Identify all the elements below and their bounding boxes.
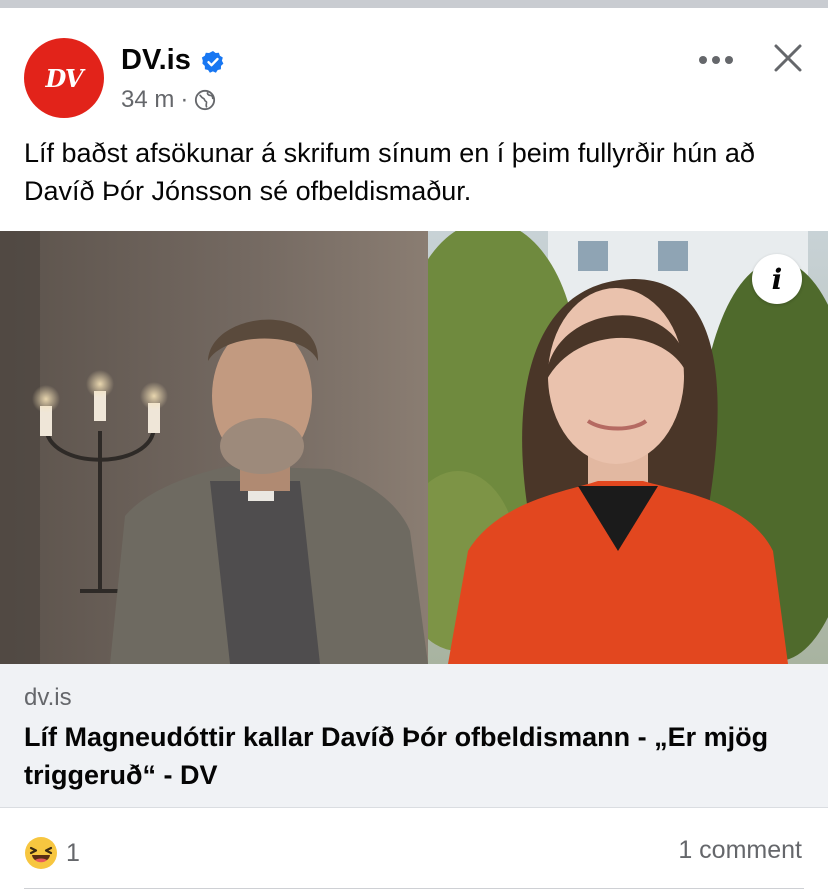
post-text: Líf baðst afsökunar á skrifum sínum en í… [24,138,755,206]
more-options-icon [699,56,733,64]
avatar-logo-text: DV [45,63,83,93]
reaction-count: 1 [66,838,80,867]
reaction-summary[interactable]: 1 [24,836,80,870]
info-button[interactable]: i [752,254,802,304]
comment-count[interactable]: 1 comment [678,836,802,865]
link-domain: dv.is [24,684,72,711]
post-meta: 34 m · [121,86,216,114]
link-title[interactable]: Líf Magneudóttir kallar Davíð Þór ofbeld… [24,718,794,794]
close-button[interactable] [768,38,808,78]
link-card[interactable]: dv.is Líf Magneudóttir kallar Davíð Þór … [0,664,828,808]
verified-badge-icon [201,51,224,73]
photo-man-left [0,231,428,664]
globe-icon [195,89,216,111]
page-name[interactable]: DV.is [121,44,191,77]
top-divider-bar [0,0,828,8]
post-header: DV DV.is 34 m · [0,8,828,128]
footer-divider [24,888,804,889]
more-options-button[interactable] [696,42,736,78]
page-avatar[interactable]: DV [24,38,104,118]
meta-separator: · [180,86,189,113]
post-timestamp[interactable]: 34 m [121,86,174,114]
haha-reaction-icon [25,837,57,869]
link-preview-image[interactable]: i [0,231,828,664]
info-icon: i [771,262,783,296]
close-icon [774,44,802,72]
